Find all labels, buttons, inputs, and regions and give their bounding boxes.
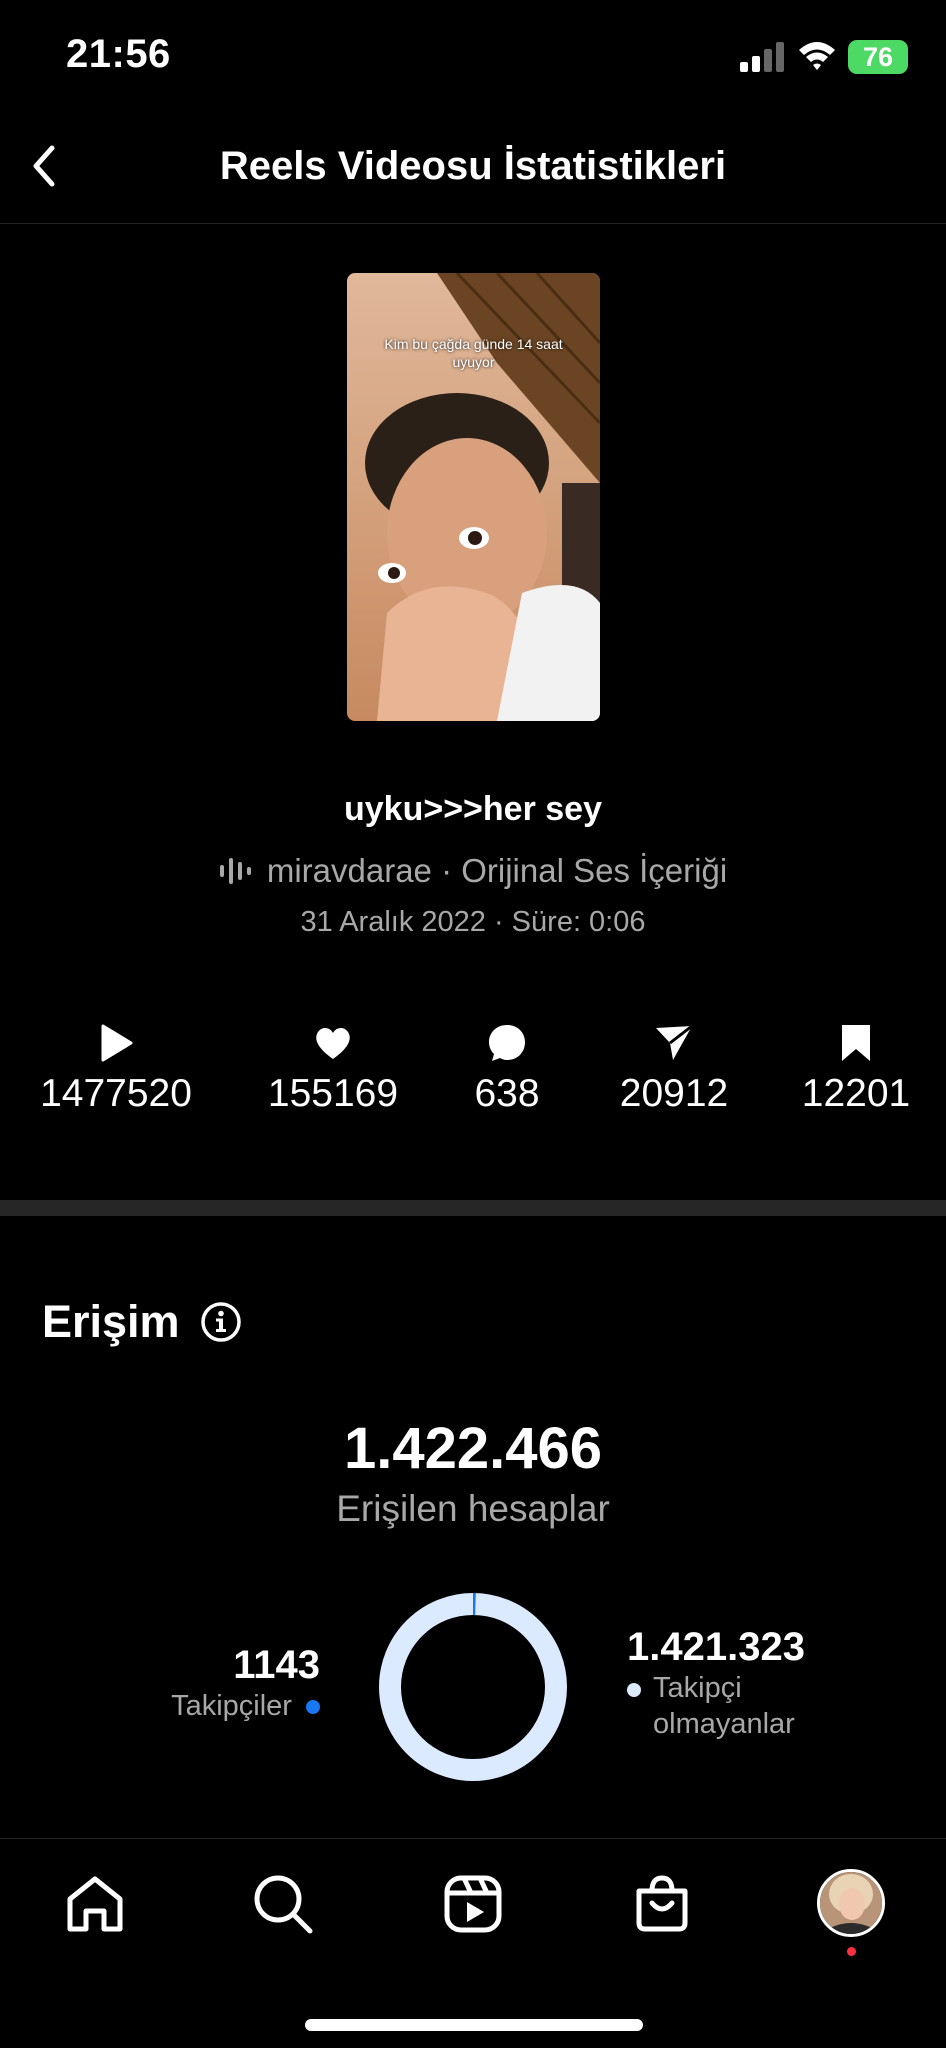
- signal-icon: [740, 42, 784, 72]
- stat-shares: 20912: [584, 1022, 764, 1116]
- followers-label: Takipçiler: [171, 1690, 292, 1722]
- date-duration: 31 Aralık 2022 · Süre: 0:06: [300, 906, 646, 938]
- shares-count: 20912: [619, 1072, 729, 1115]
- reels-icon: [444, 1875, 502, 1933]
- shop-icon: [636, 1875, 688, 1932]
- non-followers-label-line1: Takipçi: [653, 1672, 742, 1704]
- non-followers-dot: [627, 1683, 641, 1697]
- info-icon[interactable]: [200, 1301, 242, 1343]
- tab-reels[interactable]: [438, 1869, 508, 1939]
- home-indicator: [305, 2019, 643, 2031]
- video-thumbnail[interactable]: Kim bu çağda günde 14 saat uyuyor: [347, 273, 600, 721]
- heart-icon: [316, 1027, 350, 1059]
- audio-label: miravdarae · Orijinal Ses İçeriği: [266, 852, 728, 889]
- followers-dot: [306, 1700, 320, 1715]
- reach-section-title: Erişim: [42, 1296, 242, 1348]
- reel-title: uyku>>>her sey: [343, 790, 602, 828]
- stats-row: 1477520 155169 638 20912 12201: [0, 1022, 946, 1122]
- reach-total-label: Erişilen hesaplar: [336, 1488, 610, 1529]
- non-followers-label-line2: olmayanlar: [653, 1708, 795, 1740]
- reach-donut-chart: [379, 1593, 567, 1781]
- play-icon: [101, 1024, 133, 1062]
- search-icon: [254, 1875, 313, 1934]
- wifi-icon: [799, 42, 835, 70]
- stat-plays: 1477520: [26, 1022, 206, 1116]
- stat-likes: 155169: [243, 1022, 423, 1116]
- stat-comments: 638: [417, 1022, 597, 1116]
- profile-avatar[interactable]: [817, 1869, 885, 1937]
- followers-value: 1143: [233, 1643, 320, 1687]
- likes-count: 155169: [267, 1072, 399, 1115]
- non-followers-value: 1.421.323: [627, 1625, 805, 1669]
- notification-dot: [847, 1947, 856, 1956]
- bottom-tab-bar: [0, 1838, 946, 2048]
- header: Reels Videosu İstatistikleri: [0, 120, 946, 224]
- reach-heading: Erişim: [42, 1296, 180, 1347]
- non-followers-label: Takipçi olmayanlar: [653, 1670, 795, 1742]
- battery-icon: 76: [848, 40, 908, 74]
- comment-icon: [489, 1025, 525, 1061]
- followers-legend: 1143 Takipçiler: [171, 1643, 320, 1724]
- followers-label-row: Takipçiler: [171, 1688, 320, 1724]
- tab-search[interactable]: [248, 1869, 318, 1939]
- tab-shop[interactable]: [627, 1869, 697, 1939]
- saves-count: 12201: [801, 1072, 911, 1115]
- avatar-image: [820, 1872, 882, 1934]
- non-followers-segment: [379, 1593, 567, 1781]
- section-divider: [0, 1200, 946, 1216]
- audio-wave-icon: [219, 858, 251, 884]
- non-followers-label-row: Takipçi olmayanlar: [627, 1670, 805, 1742]
- tab-home[interactable]: [60, 1869, 130, 1939]
- plays-count: 1477520: [40, 1072, 192, 1115]
- thumbnail-caption: Kim bu çağda günde 14 saat uyuyor: [384, 336, 563, 370]
- share-icon: [656, 1024, 693, 1060]
- non-followers-legend: 1.421.323 Takipçi olmayanlar: [627, 1625, 805, 1742]
- page-title: Reels Videosu İstatistikleri: [219, 144, 727, 188]
- status-bar: 21:56 76: [0, 0, 946, 120]
- comments-count: 638: [474, 1072, 540, 1115]
- bookmark-icon: [842, 1025, 870, 1061]
- home-icon: [67, 1876, 123, 1932]
- stat-saves: 12201: [766, 1022, 946, 1116]
- status-time: 21:56: [66, 32, 171, 76]
- reach-total: 1.422.466: [343, 1416, 603, 1481]
- audio-row[interactable]: miravdarae · Orijinal Ses İçeriği: [0, 852, 946, 890]
